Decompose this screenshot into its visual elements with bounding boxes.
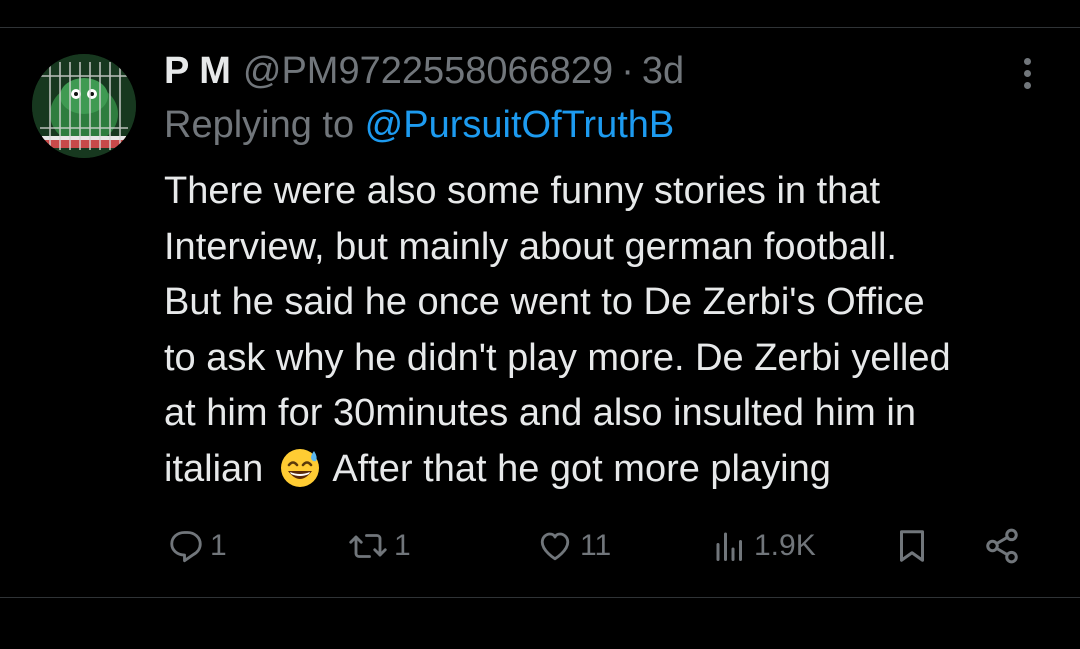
repost-icon [348, 528, 388, 564]
display-name[interactable]: P M [164, 50, 231, 93]
timestamp[interactable]: 3d [642, 50, 684, 93]
reply-button[interactable]: 1 [168, 522, 227, 570]
more-dot-icon [1023, 70, 1031, 77]
views-count: 1.9K [754, 529, 816, 562]
tweet-body-line: But he said he once went to De Zerbi's O… [164, 281, 925, 323]
tweet-body-line: Interview, but mainly about german footb… [164, 225, 897, 268]
tweet-body-line: at him for 30minutes and also insulted h… [164, 392, 916, 434]
separator-dot: · [621, 49, 634, 92]
bookmark-icon [894, 527, 930, 565]
repost-button[interactable]: 1 [348, 522, 411, 570]
tweet-body: There were also some funny stories in th… [164, 164, 1064, 497]
more-dot-icon [1023, 82, 1031, 89]
share-icon [982, 527, 1022, 565]
more-options-button[interactable] [1016, 58, 1038, 98]
share-button[interactable] [982, 522, 1022, 570]
replying-to-line: Replying to @PursuitOfTruthB [164, 104, 674, 147]
tweet-body-line: There were also some funny stories in th… [164, 170, 881, 212]
replying-to-link[interactable]: @PursuitOfTruthB [365, 104, 675, 146]
bookmark-button[interactable] [894, 522, 930, 570]
avatar[interactable] [32, 54, 136, 158]
like-count: 11 [580, 529, 612, 562]
tweet-body-text: After that he got more playing [332, 447, 831, 490]
tweet-body-text: italian [164, 447, 264, 490]
repost-count: 1 [394, 529, 411, 562]
tweet-body-last-line: italian After that he got more playing [164, 442, 1064, 498]
more-dot-icon [1023, 58, 1031, 65]
heart-icon [536, 528, 574, 564]
replying-to-prefix: Replying to [164, 104, 365, 146]
tweet-header: P M @PM9722558066829 · 3d [164, 48, 684, 94]
top-divider [0, 27, 1080, 28]
avatar-image [32, 54, 136, 158]
user-handle[interactable]: @PM9722558066829 [243, 50, 613, 93]
action-bar: 1 1 11 1.9K [0, 522, 1080, 570]
like-button[interactable]: 11 [536, 522, 611, 570]
bottom-divider [0, 597, 1080, 598]
reply-icon [168, 528, 204, 564]
tweet-body-line: to ask why he didn't play more. De Zerbi… [164, 336, 951, 379]
analytics-icon [712, 528, 748, 564]
grinning-face-with-sweat-emoji-icon [278, 445, 322, 489]
views-button[interactable]: 1.9K [712, 522, 816, 570]
reply-count: 1 [210, 529, 227, 562]
